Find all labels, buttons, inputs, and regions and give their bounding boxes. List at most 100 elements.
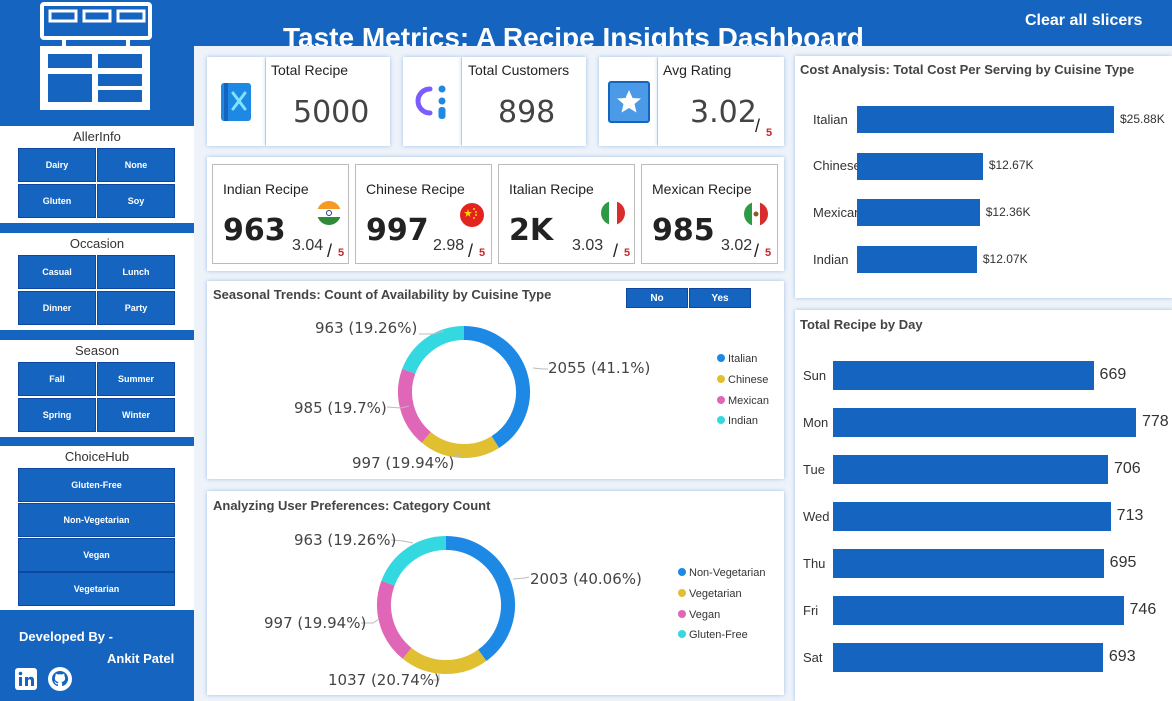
total-customers-value: 898 bbox=[498, 95, 556, 130]
legend-gluten-free: Gluten-Free bbox=[678, 629, 748, 641]
occasion-title: Occasion bbox=[69, 236, 125, 251]
day-category-label: Fri bbox=[803, 602, 819, 618]
day-bar-wed[interactable] bbox=[833, 502, 1111, 531]
legend-label: Non-Vegetarian bbox=[689, 567, 766, 579]
seasonal-indian-label: 963 (19.26%) bbox=[315, 319, 418, 337]
avg-rating-max: 5 bbox=[766, 127, 773, 139]
preferences-vegetarian-label: 1037 (20.74%) bbox=[328, 671, 440, 689]
day-value-label: 713 bbox=[1116, 506, 1144, 524]
day-bar-thu[interactable] bbox=[833, 549, 1104, 578]
sidebar: AllerInfo Dairy None Gluten Soy Occasion… bbox=[0, 0, 194, 701]
cost-bar-italian[interactable] bbox=[857, 106, 1114, 133]
recipe-book-icon bbox=[221, 83, 251, 121]
legend-label: Vegan bbox=[689, 609, 721, 621]
italian-recipe-value: 2K bbox=[509, 213, 554, 248]
day-value-label: 778 bbox=[1142, 412, 1169, 430]
italy-flag-icon bbox=[601, 201, 625, 225]
day-value-label: 706 bbox=[1113, 459, 1141, 477]
mexican-recipe-value: 985 bbox=[652, 213, 715, 248]
legend-label: Vegetarian bbox=[689, 588, 742, 600]
indian-recipe-rating: 3.04 bbox=[292, 237, 324, 254]
chinese-recipe-label: Chinese Recipe bbox=[366, 181, 465, 197]
occasion-party-button[interactable]: Party bbox=[97, 291, 175, 325]
chinese-recipe-rating: 2.98 bbox=[433, 237, 465, 254]
day-value-label: 669 bbox=[1099, 365, 1127, 383]
legend-chinese: Chinese bbox=[717, 374, 768, 386]
day-bar-mon[interactable] bbox=[833, 408, 1136, 437]
legend-dot bbox=[717, 354, 725, 362]
occasion-casual-button[interactable]: Casual bbox=[18, 255, 96, 289]
choicehub-vegan-button[interactable]: Vegan bbox=[18, 538, 175, 572]
developed-by-label: Developed By - bbox=[19, 629, 113, 644]
day-bar-sat[interactable] bbox=[833, 643, 1103, 672]
cost-analysis-title: Cost Analysis: Total Cost Per Serving by… bbox=[800, 62, 1135, 77]
legend-label: Italian bbox=[728, 353, 758, 365]
italian-recipe-card: Italian Recipe 2K 3.03 / 5 bbox=[498, 164, 635, 264]
star-icon bbox=[608, 81, 650, 123]
cost-category-label: Mexican bbox=[813, 204, 862, 220]
allerinfo-soy-button[interactable]: Soy bbox=[97, 184, 175, 218]
indian-recipe-max: 5 bbox=[338, 247, 345, 259]
avg-rating-value: 3.02 bbox=[690, 95, 757, 130]
season-summer-button[interactable]: Summer bbox=[97, 362, 175, 396]
occasion-lunch-button[interactable]: Lunch bbox=[97, 255, 175, 289]
season-spring-button[interactable]: Spring bbox=[18, 398, 96, 432]
chinese-recipe-card: Chinese Recipe 997 2.98 / 5 bbox=[355, 164, 492, 264]
mexican-recipe-card: Mexican Recipe 985 3.02 / 5 bbox=[641, 164, 778, 264]
day-bar-fri[interactable] bbox=[833, 596, 1124, 625]
legend-label: Gluten-Free bbox=[689, 629, 748, 641]
mexico-flag-icon bbox=[744, 202, 768, 226]
linkedin-icon[interactable] bbox=[14, 667, 38, 691]
allerinfo-title: AllerInfo bbox=[73, 129, 121, 144]
cost-value-label: $25.88K bbox=[1120, 111, 1165, 126]
mexican-recipe-rating: 3.02 bbox=[721, 237, 753, 254]
indian-recipe-card: Indian Recipe 963 3.04 / 5 bbox=[212, 164, 349, 264]
cost-category-label: Chinese bbox=[813, 158, 861, 174]
indian-recipe-label: Indian Recipe bbox=[223, 181, 309, 197]
day-bar-tue[interactable] bbox=[833, 455, 1108, 484]
day-category-label: Sun bbox=[803, 367, 827, 383]
day-value-label: 746 bbox=[1129, 600, 1157, 618]
cost-category-label: Italian bbox=[813, 111, 848, 127]
legend-italian: Italian bbox=[717, 353, 757, 365]
legend-label: Mexican bbox=[728, 395, 769, 407]
occasion-dinner-button[interactable]: Dinner bbox=[18, 291, 96, 325]
choicehub-vegetarian-button[interactable]: Vegetarian bbox=[18, 572, 175, 606]
seasonal-leader-lines bbox=[386, 330, 548, 458]
allerinfo-gluten-button[interactable]: Gluten bbox=[18, 184, 96, 218]
allerinfo-none-button[interactable]: None bbox=[97, 148, 175, 182]
allerinfo-dairy-button[interactable]: Dairy bbox=[18, 148, 96, 182]
italian-recipe-slash: / bbox=[613, 241, 619, 261]
day-bar-sun[interactable] bbox=[833, 361, 1094, 390]
cost-bar-chinese[interactable] bbox=[857, 152, 983, 180]
customers-icon bbox=[415, 85, 446, 119]
legend-dot bbox=[678, 568, 686, 576]
github-icon[interactable] bbox=[47, 666, 73, 692]
avg-rating-slash: / bbox=[755, 116, 761, 136]
kitchen-logo-icon bbox=[40, 2, 152, 110]
choicehub-gluten-free-button[interactable]: Gluten-Free bbox=[18, 468, 175, 502]
italian-recipe-label: Italian Recipe bbox=[509, 181, 594, 197]
legend-dot bbox=[717, 396, 725, 404]
legend-vegan: Vegan bbox=[678, 609, 720, 621]
cost-category-label: Indian bbox=[813, 251, 849, 267]
season-fall-button[interactable]: Fall bbox=[18, 362, 96, 396]
italian-recipe-rating: 3.03 bbox=[572, 237, 604, 254]
choicehub-title: ChoiceHub bbox=[64, 449, 130, 464]
legend-dot bbox=[678, 630, 686, 638]
mexican-recipe-slash: / bbox=[754, 241, 760, 261]
avg-rating-label: Avg Rating bbox=[663, 62, 732, 78]
season-winter-button[interactable]: Winter bbox=[97, 398, 175, 432]
total-recipe-label: Total Recipe bbox=[271, 62, 349, 78]
cost-value-label: $12.67K bbox=[988, 158, 1034, 173]
day-category-label: Tue bbox=[803, 461, 825, 477]
cost-bar-indian[interactable] bbox=[857, 246, 977, 274]
choicehub-non-vegetarian-button[interactable]: Non-Vegetarian bbox=[18, 503, 175, 537]
author-name: Ankit Patel bbox=[107, 651, 175, 666]
cost-bar-mexican[interactable] bbox=[857, 199, 980, 227]
cost-value-label: $12.36K bbox=[985, 204, 1031, 219]
season-title: Season bbox=[74, 343, 120, 358]
seasonal-italian-label: 2055 (41.1%) bbox=[548, 359, 651, 377]
clear-all-slicers-button[interactable]: Clear all slicers bbox=[1025, 12, 1142, 30]
legend-non-vegetarian: Non-Vegetarian bbox=[678, 567, 765, 579]
